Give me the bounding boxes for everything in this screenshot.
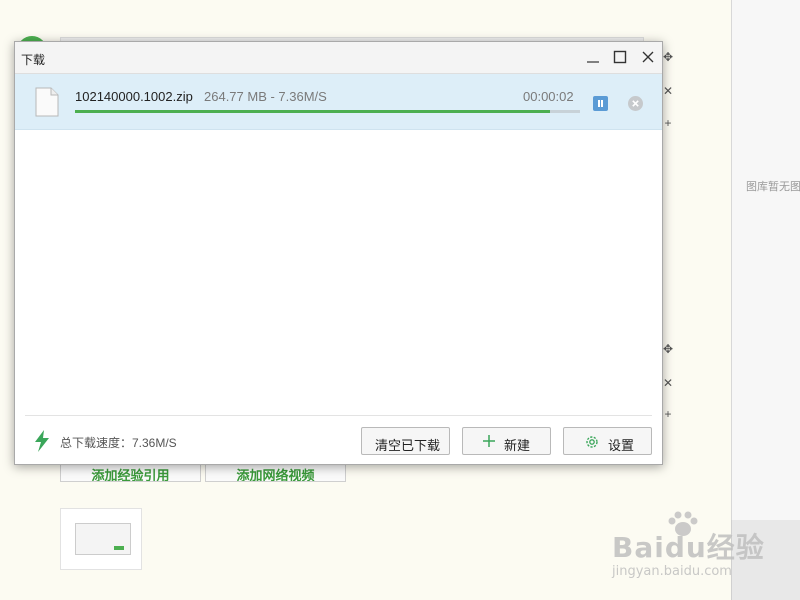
watermark: Baidu经验 jingyan.baidu.com <box>612 511 772 592</box>
new-download-button[interactable]: 新建 <box>462 427 551 455</box>
close-icon[interactable]: ✕ <box>661 376 675 390</box>
image-thumbnail[interactable] <box>60 508 142 570</box>
move-icon[interactable]: ✥ <box>661 50 675 64</box>
gear-icon <box>586 436 598 448</box>
download-item[interactable]: 102140000.1002.zip 264.77 MB - 7.36M/S 0… <box>15 74 662 130</box>
maximize-icon <box>613 50 627 64</box>
new-download-label: 新建 <box>504 438 531 453</box>
file-icon <box>35 87 59 117</box>
cancel-download-button[interactable] <box>628 96 643 111</box>
maximize-button[interactable] <box>608 46 632 68</box>
settings-label: 设置 <box>608 438 635 453</box>
elapsed-time: 00:00:02 <box>523 89 574 104</box>
plus-icon <box>483 435 495 447</box>
right-side-panel <box>731 0 800 520</box>
add-reference-label: 添加经验引用 <box>91 468 170 482</box>
file-size-speed: 264.77 MB - 7.36M/S <box>204 89 327 104</box>
window-title: 下载 <box>21 53 46 67</box>
settings-button[interactable]: 设置 <box>563 427 652 455</box>
progress-fill <box>75 110 550 113</box>
move-icon[interactable]: ✥ <box>661 342 675 356</box>
add-video-label: 添加网络视频 <box>236 468 315 482</box>
clear-downloaded-button[interactable]: 清空已下载 <box>361 427 450 455</box>
watermark-logo-text: Baidu经验 <box>612 531 765 564</box>
minimize-button[interactable] <box>581 46 605 68</box>
close-icon[interactable]: ✕ <box>661 84 675 98</box>
pause-button[interactable] <box>593 96 608 111</box>
clear-downloaded-label: 清空已下载 <box>375 438 441 453</box>
add-icon[interactable]: + <box>661 116 675 130</box>
lightning-icon <box>35 430 49 452</box>
file-name: 102140000.1002.zip <box>75 89 193 104</box>
close-icon <box>642 51 654 63</box>
footer-divider <box>25 415 652 416</box>
gallery-empty-text: 图库暂无图片 <box>746 181 800 193</box>
download-list-empty-area <box>15 130 662 415</box>
add-icon[interactable]: + <box>661 407 675 421</box>
download-window: 下载 102140000.1002.zip 264.77 MB - 7.36M/… <box>14 41 663 465</box>
total-speed: 总下载速度：7.36M/S <box>60 436 177 450</box>
close-button[interactable] <box>636 46 660 68</box>
thumbnail-preview <box>75 523 131 555</box>
progress-bar <box>75 110 580 113</box>
watermark-url: jingyan.baidu.com <box>612 564 732 579</box>
close-circle-icon <box>632 100 639 107</box>
window-titlebar[interactable]: 下载 <box>15 42 662 74</box>
minimize-icon <box>587 61 599 63</box>
